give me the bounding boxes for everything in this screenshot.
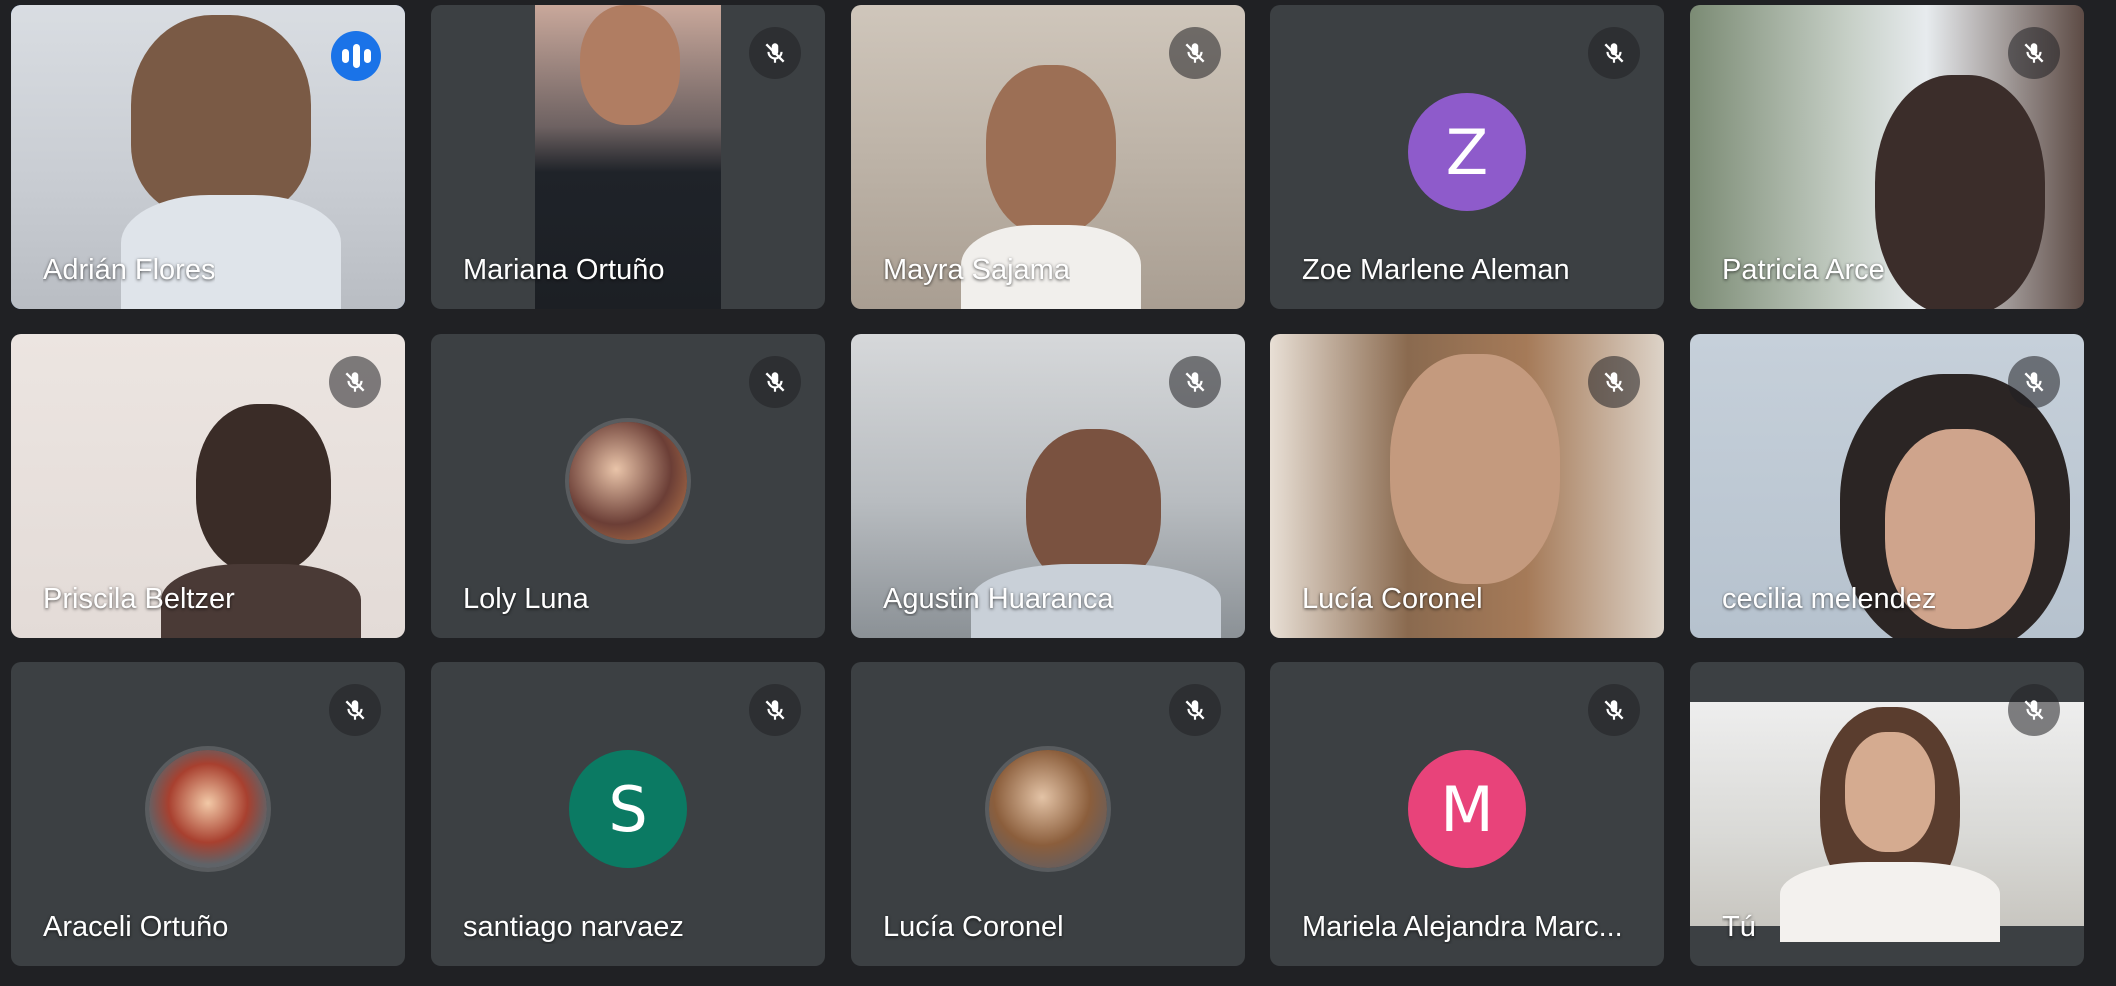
- participant-name: Adrián Flores: [43, 254, 216, 286]
- mic-off-icon: [1588, 684, 1640, 736]
- mic-off-icon: [1588, 27, 1640, 79]
- participant-tile[interactable]: Mayra Sajama: [851, 5, 1245, 309]
- participant-grid: Adrián Flores Mariana Ortuño Mayra Sajam…: [0, 0, 2116, 986]
- mic-off-icon: [1169, 27, 1221, 79]
- participant-name: santiago narvaez: [463, 911, 684, 943]
- participant-tile[interactable]: Lucía Coronel: [1270, 334, 1664, 638]
- participant-tile[interactable]: Z Zoe Marlene Aleman: [1270, 5, 1664, 309]
- mic-off-icon: [329, 684, 381, 736]
- participant-name: Mariana Ortuño: [463, 254, 665, 286]
- participant-tile[interactable]: Mariana Ortuño: [431, 5, 825, 309]
- participant-name: Loly Luna: [463, 583, 589, 615]
- participant-name: Mariela Alejandra Marc...: [1302, 911, 1623, 943]
- letter-avatar: M: [1408, 750, 1526, 868]
- profile-photo-avatar: [569, 422, 687, 540]
- participant-tile[interactable]: cecilia melendez: [1690, 334, 2084, 638]
- mic-off-icon: [1169, 356, 1221, 408]
- participant-video: [1690, 702, 2084, 942]
- participant-tile[interactable]: Tú: [1690, 662, 2084, 966]
- mic-off-icon: [329, 356, 381, 408]
- participant-tile[interactable]: M Mariela Alejandra Marc...: [1270, 662, 1664, 966]
- participant-tile[interactable]: S santiago narvaez: [431, 662, 825, 966]
- mic-off-icon: [749, 356, 801, 408]
- mic-off-icon: [2008, 356, 2060, 408]
- participant-name: Lucía Coronel: [883, 911, 1064, 943]
- participant-tile[interactable]: Agustin Huaranca: [851, 334, 1245, 638]
- mic-off-icon: [749, 27, 801, 79]
- participant-name: Agustin Huaranca: [883, 583, 1114, 615]
- letter-avatar: Z: [1408, 93, 1526, 211]
- letter-avatar: S: [569, 750, 687, 868]
- profile-photo-avatar: [989, 750, 1107, 868]
- participant-name: Lucía Coronel: [1302, 583, 1483, 615]
- participant-tile[interactable]: Priscila Beltzer: [11, 334, 405, 638]
- mic-off-icon: [2008, 684, 2060, 736]
- participant-name: Zoe Marlene Aleman: [1302, 254, 1570, 286]
- mic-off-icon: [1588, 356, 1640, 408]
- participant-name: Tú: [1722, 911, 1756, 943]
- participant-name: Araceli Ortuño: [43, 911, 229, 943]
- participant-tile[interactable]: Lucía Coronel: [851, 662, 1245, 966]
- mic-off-icon: [1169, 684, 1221, 736]
- participant-name: cecilia melendez: [1722, 583, 1937, 615]
- participant-tile[interactable]: Araceli Ortuño: [11, 662, 405, 966]
- participant-tile[interactable]: Patricia Arce: [1690, 5, 2084, 309]
- mic-off-icon: [2008, 27, 2060, 79]
- participant-name: Mayra Sajama: [883, 254, 1070, 286]
- participant-name: Patricia Arce: [1722, 254, 1885, 286]
- profile-photo-avatar: [149, 750, 267, 868]
- speaking-indicator-icon: [331, 31, 381, 81]
- participant-name: Priscila Beltzer: [43, 583, 235, 615]
- participant-tile[interactable]: Loly Luna: [431, 334, 825, 638]
- participant-tile[interactable]: Adrián Flores: [11, 5, 405, 309]
- mic-off-icon: [749, 684, 801, 736]
